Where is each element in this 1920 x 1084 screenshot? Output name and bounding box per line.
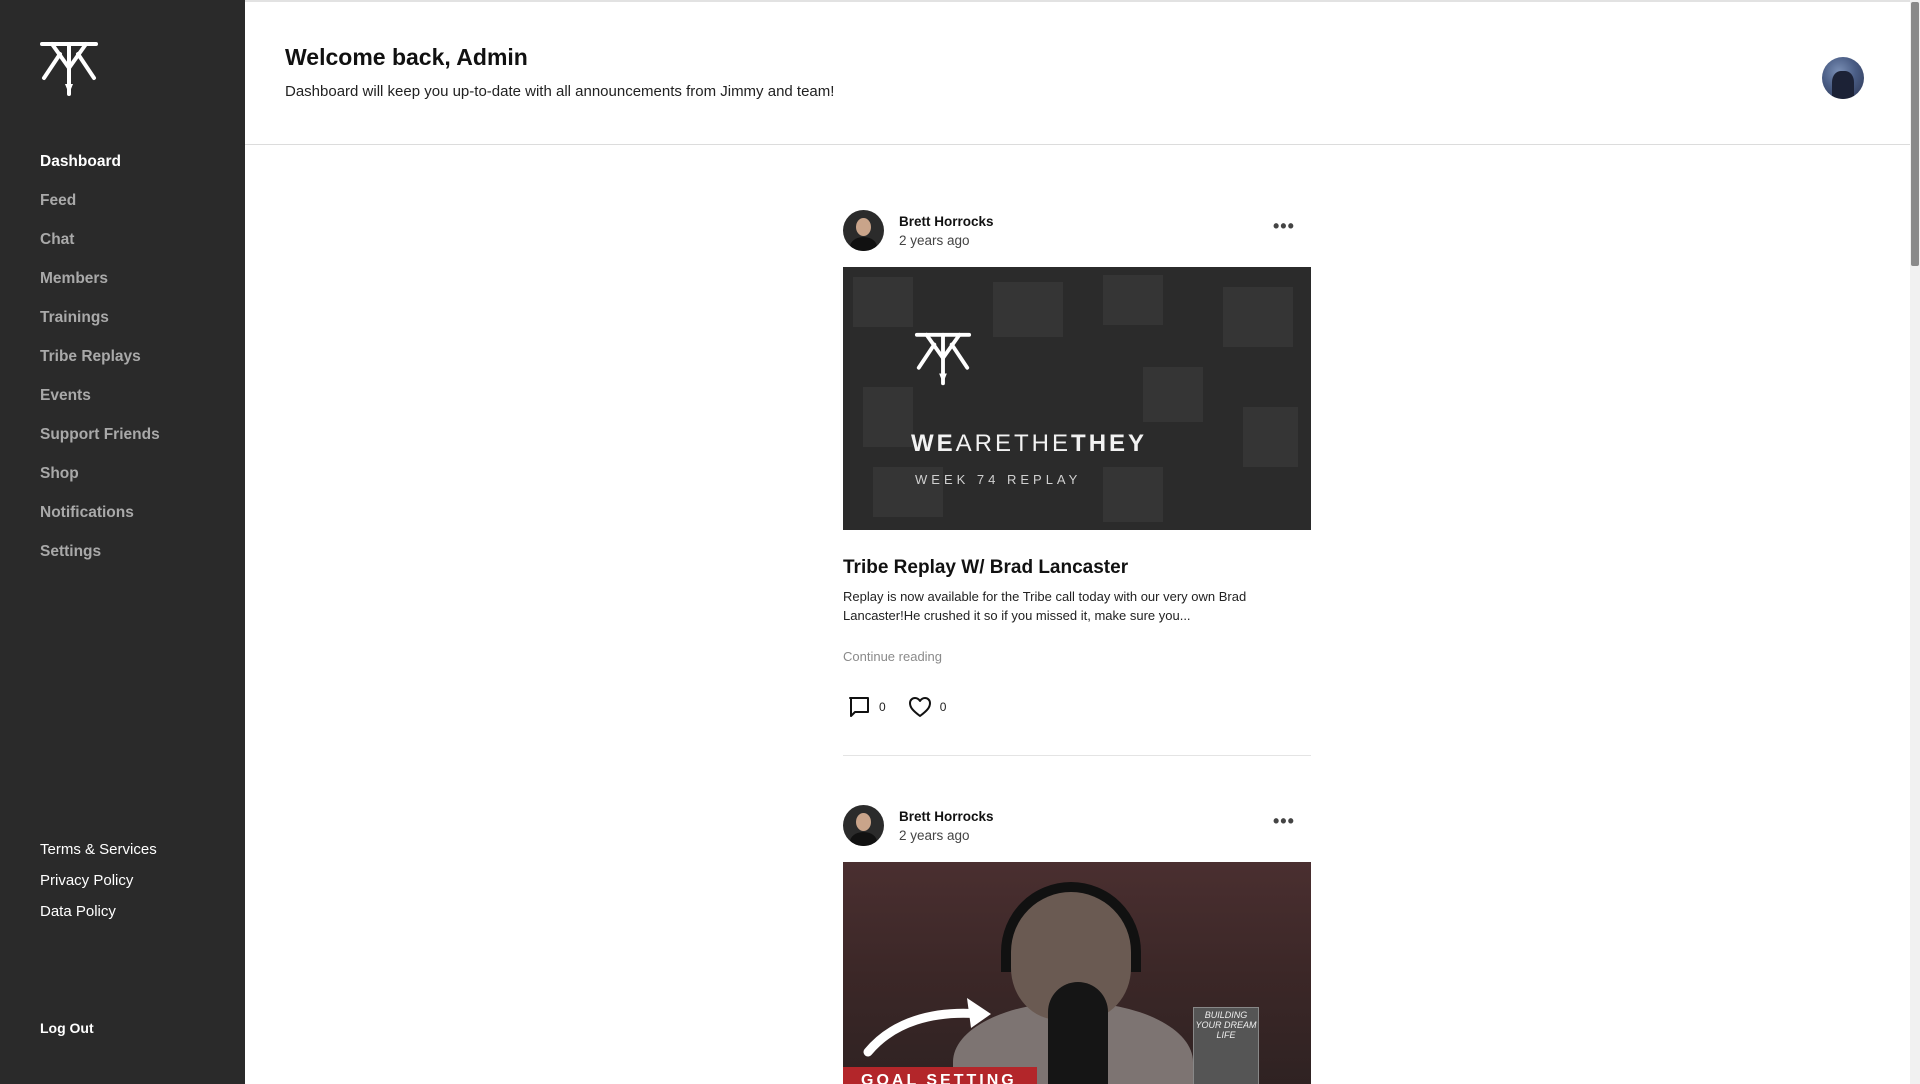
sidebar-item-chat[interactable]: Chat xyxy=(40,228,160,267)
page-header: Welcome back, Admin Dashboard will keep … xyxy=(245,0,1910,145)
more-options-icon[interactable]: ••• xyxy=(1273,216,1295,237)
tribe-logo-icon xyxy=(914,332,972,386)
arrow-graphic xyxy=(863,998,991,1057)
sidebar-item-settings[interactable]: Settings xyxy=(40,540,160,579)
like-button[interactable]: 0 xyxy=(908,696,947,718)
post-author[interactable]: Brett Horrocks xyxy=(899,809,994,824)
sidebar-item-events[interactable]: Events xyxy=(40,384,160,423)
feed-post: Brett Horrocks 2 years ago ••• WEARETHET… xyxy=(843,208,1311,756)
app: Dashboard Feed Chat Members Trainings Tr… xyxy=(0,0,1920,1084)
page-subtitle: Dashboard will keep you up-to-date with … xyxy=(285,83,835,100)
post-time: 2 years ago xyxy=(899,828,970,843)
sidebar-item-tribe-replays[interactable]: Tribe Replays xyxy=(40,345,160,384)
image-banner-text: GOAL SETTING xyxy=(861,1072,1017,1084)
sidebar-nav: Dashboard Feed Chat Members Trainings Tr… xyxy=(40,150,160,579)
sidebar-item-shop[interactable]: Shop xyxy=(40,462,160,501)
post-image[interactable]: WEARETHETHEY WEEK 74 REPLAY xyxy=(843,267,1311,530)
sidebar-item-trainings[interactable]: Trainings xyxy=(40,306,160,345)
image-sub-text: WEEK 74 REPLAY xyxy=(915,472,1082,487)
book-cover-text: BUILDING YOUR DREAM LIFE xyxy=(1195,1010,1257,1040)
author-avatar[interactable] xyxy=(843,805,884,846)
sidebar-item-notifications[interactable]: Notifications xyxy=(40,501,160,540)
like-count: 0 xyxy=(939,700,947,714)
sidebar-item-feed[interactable]: Feed xyxy=(40,189,160,228)
user-avatar[interactable] xyxy=(1822,57,1864,99)
legal-links: Terms & Services Privacy Policy Data Pol… xyxy=(40,838,157,931)
data-policy-link[interactable]: Data Policy xyxy=(40,900,157,931)
sidebar-item-support-friends[interactable]: Support Friends xyxy=(40,423,160,462)
post-excerpt: Replay is now available for the Tribe ca… xyxy=(843,589,1247,623)
feed-post: Brett Horrocks 2 years ago ••• BUILDING … xyxy=(843,803,1311,1084)
comment-icon xyxy=(849,697,869,717)
more-options-icon[interactable]: ••• xyxy=(1273,811,1295,832)
logout-button[interactable]: Log Out xyxy=(40,1020,94,1036)
tribe-logo-icon[interactable] xyxy=(38,38,100,100)
sidebar: Dashboard Feed Chat Members Trainings Tr… xyxy=(0,0,245,1084)
sidebar-item-members[interactable]: Members xyxy=(40,267,160,306)
post-title[interactable]: Tribe Replay W/ Brad Lancaster xyxy=(843,557,1128,579)
privacy-policy-link[interactable]: Privacy Policy xyxy=(40,869,157,900)
heart-icon xyxy=(908,697,931,717)
image-brand-text: WEARETHETHEY xyxy=(911,430,1148,457)
post-author[interactable]: Brett Horrocks xyxy=(899,214,994,229)
terms-link[interactable]: Terms & Services xyxy=(40,838,157,869)
author-avatar[interactable] xyxy=(843,210,884,251)
sidebar-item-dashboard[interactable]: Dashboard xyxy=(40,150,160,189)
continue-reading-link[interactable]: Continue reading xyxy=(843,649,942,664)
post-actions: 0 0 xyxy=(847,694,968,720)
post-time: 2 years ago xyxy=(899,233,970,248)
comment-button[interactable]: 0 xyxy=(847,695,886,719)
comment-count: 0 xyxy=(879,700,886,714)
scrollbar-thumb[interactable] xyxy=(1911,2,1919,266)
page-title: Welcome back, Admin xyxy=(285,44,528,70)
post-image[interactable]: BUILDING YOUR DREAM LIFE GOAL SETTING xyxy=(843,862,1311,1084)
